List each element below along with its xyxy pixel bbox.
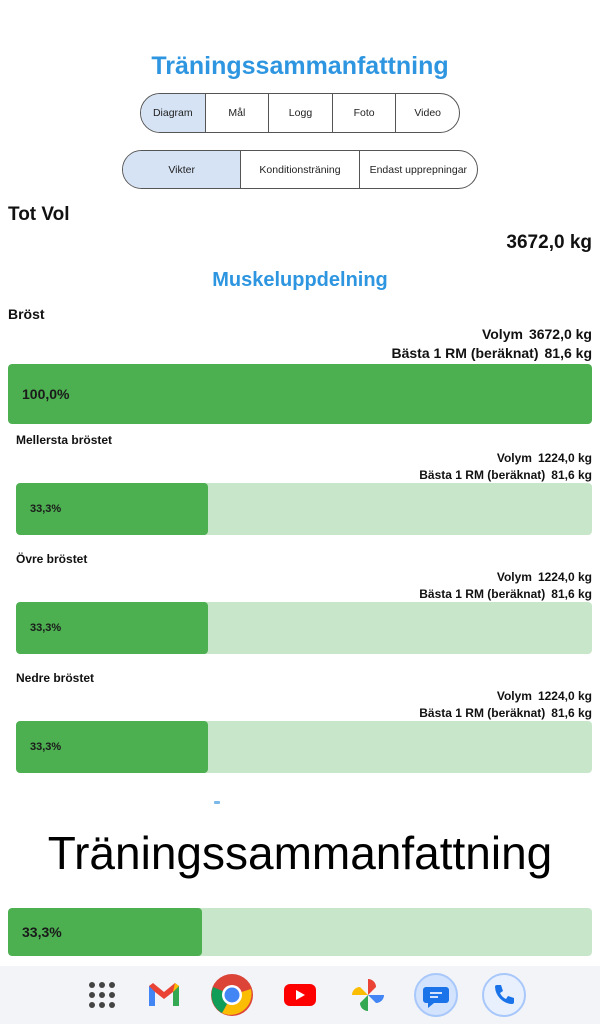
rm-label: Bästa 1 RM (beräknat) (419, 468, 546, 482)
volume-stat: Volym 1224,0 kg (497, 570, 592, 584)
volume-stat: Volym 1224,0 kg (497, 451, 592, 465)
progress-bar: 33,3% (16, 721, 592, 773)
youtube-icon[interactable] (277, 972, 323, 1018)
volume-value: 1224,0 kg (537, 451, 592, 465)
progress-bar: 100,0% (8, 364, 592, 424)
scroll-artifact (214, 801, 220, 804)
volume-label: Volym (496, 689, 532, 703)
messages-icon[interactable] (413, 972, 459, 1018)
volume-label: Volym (496, 570, 532, 584)
sub-muscle-name: Nedre bröstet (16, 671, 95, 685)
page-title: Träningssammanfattning (151, 52, 449, 80)
tab-goals[interactable]: Mål (204, 94, 269, 132)
tab-weights[interactable]: Vikter (123, 151, 241, 188)
progress-fill (8, 364, 592, 424)
volume-value: 3672,0 kg (528, 326, 592, 342)
sub-muscle-name: Övre bröstet (16, 552, 88, 566)
photos-icon[interactable] (345, 972, 391, 1018)
rm-value: 81,6 kg (551, 587, 592, 601)
volume-label: Volym (481, 326, 523, 342)
total-volume-value: 3672,0 kg (506, 232, 592, 253)
progress-label: 33,3% (22, 924, 62, 940)
muscle-breakdown-title: Muskeluppdelning (212, 269, 388, 291)
tab-log[interactable]: Logg (268, 94, 332, 132)
rm-stat: Bästa 1 RM (beräknat) 81,6 kg (391, 345, 592, 361)
progress-label: 33,3% (30, 741, 62, 753)
tab-reps-only[interactable]: Endast upprepningar (358, 151, 477, 188)
progress-bar: 33,3% (8, 908, 592, 956)
rm-label: Bästa 1 RM (beräknat) (419, 587, 546, 601)
progress-label: 33,3% (30, 622, 62, 634)
volume-stat: Volym 3672,0 kg (482, 326, 592, 342)
rm-stat: Bästa 1 RM (beräknat) 81,6 kg (419, 468, 592, 482)
total-volume-label: Tot Vol (8, 204, 70, 225)
rm-value: 81,6 kg (544, 345, 592, 361)
progress-label: 100,0% (22, 386, 70, 402)
sub-muscle-name: Mellersta bröstet (16, 433, 113, 447)
tab-diagram[interactable]: Diagram (141, 94, 205, 132)
rm-label: Bästa 1 RM (beräknat) (419, 706, 546, 720)
progress-bar: 33,3% (16, 602, 592, 654)
tab-photo[interactable]: Foto (331, 94, 396, 132)
app-dock (0, 966, 600, 1024)
type-tabs: Vikter Konditionsträning Endast upprepni… (122, 150, 478, 189)
rm-stat: Bästa 1 RM (beräknat) 81,6 kg (419, 706, 592, 720)
rm-value: 81,6 kg (551, 468, 592, 482)
phone-icon[interactable] (481, 972, 527, 1018)
progress-bar: 33,3% (16, 483, 592, 535)
chrome-icon[interactable] (209, 972, 255, 1018)
volume-label: Volym (496, 451, 532, 465)
overlay-title: Träningssammanfattning (47, 827, 553, 879)
tab-video[interactable]: Video (395, 94, 459, 132)
gmail-icon[interactable] (141, 972, 187, 1018)
view-tabs: Diagram Mål Logg Foto Video (140, 93, 460, 133)
progress-label: 33,3% (30, 503, 62, 515)
muscle-name: Bröst (8, 306, 45, 322)
volume-value: 1224,0 kg (537, 570, 592, 584)
volume-stat: Volym 1224,0 kg (497, 689, 592, 703)
rm-value: 81,6 kg (551, 706, 592, 720)
rm-stat: Bästa 1 RM (beräknat) 81,6 kg (419, 587, 592, 601)
app-grid-icon[interactable] (79, 972, 125, 1018)
rm-label: Bästa 1 RM (beräknat) (391, 345, 539, 361)
tab-cardio[interactable]: Konditionsträning (240, 151, 358, 188)
volume-value: 1224,0 kg (537, 689, 592, 703)
